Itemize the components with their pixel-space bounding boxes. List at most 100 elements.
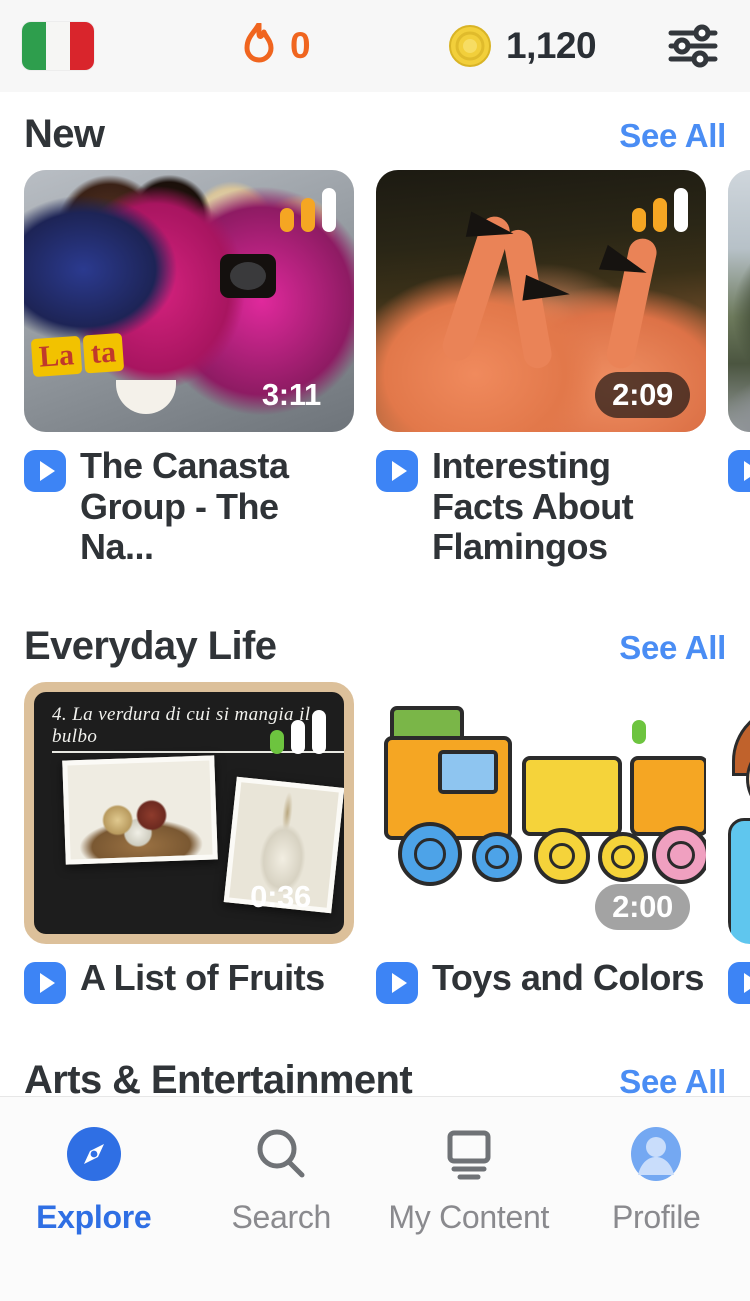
level-bar-2 — [301, 198, 315, 232]
difficulty-level-bars — [632, 700, 688, 745]
top-bar: 0 1,120 — [0, 0, 750, 92]
video-title: Interesting Facts About Flamingos — [432, 445, 634, 568]
search-icon — [250, 1121, 312, 1187]
section-title: New — [24, 112, 105, 156]
play-icon[interactable] — [376, 450, 418, 492]
card-footer: Interesting Facts About Flamingos — [376, 432, 706, 568]
avatar-icon — [625, 1121, 687, 1187]
level-bar-1 — [632, 208, 646, 232]
video-thumbnail[interactable]: La ta 3:11 — [24, 170, 354, 432]
video-card-partial[interactable] — [728, 682, 750, 1005]
bottom-tab-bar: Explore Search My Content Profile — [0, 1096, 750, 1301]
video-title: The Canasta Group - The Na... — [80, 445, 289, 568]
video-card-partial[interactable] — [728, 170, 750, 568]
tab-label-profile: Profile — [611, 1199, 701, 1235]
video-thumbnail[interactable]: 2:09 — [376, 170, 706, 432]
train-wheel — [652, 826, 706, 885]
tab-label-search: Search — [231, 1199, 332, 1235]
train-wheel — [534, 828, 590, 885]
coin-count: 1,120 — [506, 25, 597, 66]
sliders-settings-icon — [668, 24, 718, 68]
video-card-toys-and-colors[interactable]: 2:00 Toys and Colors — [376, 682, 706, 1005]
section-header-everyday-life: Everyday Life See All — [0, 610, 750, 682]
video-card-canasta[interactable]: La ta 3:11 The Canasta Group - The Na... — [24, 170, 354, 568]
section-title: Everyday Life — [24, 624, 277, 669]
tab-search[interactable]: Search — [188, 1121, 376, 1301]
tab-label-explore: Explore — [36, 1199, 152, 1235]
video-thumbnail[interactable] — [728, 682, 750, 945]
duration-badge: 3:11 — [261, 377, 321, 412]
flame-icon — [244, 23, 274, 63]
level-bar-2 — [291, 720, 305, 755]
level-bar-1 — [280, 208, 294, 232]
section-new: New See All La ta 3:11 The Canasta Group… — [0, 98, 750, 568]
fruit-basket-photo — [62, 755, 218, 865]
level-bar-1 — [632, 720, 646, 745]
video-title: A List of Fruits — [80, 957, 325, 999]
video-thumbnail[interactable]: 2:00 — [376, 682, 706, 945]
tab-label-my-content: My Content — [388, 1199, 550, 1235]
train-car — [522, 756, 622, 837]
train-window — [438, 750, 498, 795]
settings-button[interactable] — [662, 21, 724, 71]
level-bar-3 — [322, 188, 336, 232]
video-card-flamingos[interactable]: 2:09 Interesting Facts About Flamingos — [376, 170, 706, 568]
train-wheel — [598, 832, 648, 883]
streak-count: 0 — [290, 25, 311, 66]
play-icon[interactable] — [24, 450, 66, 492]
level-bar-2 — [653, 198, 667, 232]
section-everyday-life: Everyday Life See All 4. La verdura di c… — [0, 610, 750, 1005]
play-icon[interactable] — [728, 450, 750, 492]
card-footer — [728, 944, 750, 1005]
coin-icon — [449, 25, 491, 67]
thumbnail-image-landscape — [728, 170, 750, 432]
section-header-new: New See All — [0, 98, 750, 170]
logo-text-1: La — [30, 335, 83, 378]
streak-counter[interactable]: 0 — [238, 23, 311, 69]
flamingo-beak — [465, 211, 517, 247]
flag-stripe-red — [70, 22, 94, 70]
duration-badge: 2:09 — [595, 372, 690, 418]
tab-explore[interactable]: Explore — [0, 1121, 188, 1301]
difficulty-level-bars — [270, 710, 326, 755]
level-bar-2 — [653, 710, 667, 745]
see-all-link-new[interactable]: See All — [619, 100, 726, 172]
tab-profile[interactable]: Profile — [563, 1121, 750, 1301]
logo-text-2: ta — [82, 332, 125, 374]
difficulty-level-bars — [632, 188, 688, 232]
card-row-everyday-life[interactable]: 4. La verdura di cui si mangia il bulbo … — [0, 682, 750, 1005]
coin-counter[interactable]: 1,120 — [448, 24, 597, 68]
video-thumbnail[interactable] — [728, 170, 750, 432]
level-bar-1 — [270, 730, 284, 755]
card-footer — [728, 432, 750, 492]
level-bar-3 — [312, 710, 326, 755]
italy-flag-icon[interactable] — [22, 22, 94, 70]
level-bar-3 — [674, 700, 688, 745]
duration-badge: 0:36 — [250, 879, 311, 915]
card-footer: Toys and Colors — [376, 944, 706, 1005]
show-logo: La ta — [30, 332, 125, 378]
video-thumbnail[interactable]: 4. La verdura di cui si mangia il bulbo … — [24, 682, 354, 945]
cartoon-body — [728, 818, 750, 945]
play-icon[interactable] — [376, 962, 418, 1005]
card-footer: A List of Fruits — [24, 944, 354, 1005]
card-row-new[interactable]: La ta 3:11 The Canasta Group - The Na...… — [0, 170, 750, 568]
video-title: Toys and Colors — [432, 957, 704, 999]
train-wheel — [398, 822, 462, 887]
level-bar-3 — [674, 188, 688, 232]
video-card-list-of-fruits[interactable]: 4. La verdura di cui si mangia il bulbo … — [24, 682, 354, 1005]
duration-badge: 2:00 — [595, 884, 690, 931]
tab-my-content[interactable]: My Content — [375, 1121, 563, 1301]
train-car — [630, 756, 706, 837]
camera-prop — [220, 254, 276, 298]
monitor-icon — [438, 1121, 500, 1187]
card-footer: The Canasta Group - The Na... — [24, 432, 354, 568]
compass-icon — [63, 1121, 125, 1187]
train-wheel — [472, 832, 522, 883]
see-all-link-everyday-life[interactable]: See All — [619, 612, 726, 684]
play-icon[interactable] — [24, 962, 66, 1005]
flag-stripe-white — [46, 22, 70, 70]
flag-stripe-green — [22, 22, 46, 70]
difficulty-level-bars — [280, 188, 336, 232]
play-icon[interactable] — [728, 962, 750, 1005]
